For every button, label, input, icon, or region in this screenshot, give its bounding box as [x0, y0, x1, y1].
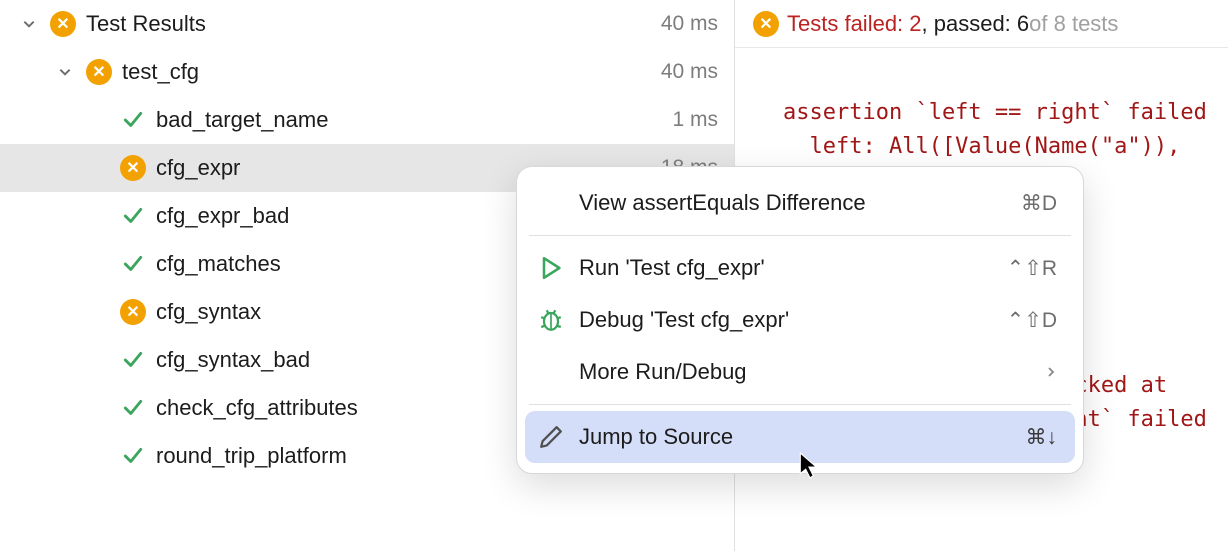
- pass-icon: [120, 107, 146, 133]
- test-summary-bar: Tests failed: 2 , passed: 6 of 8 tests: [735, 0, 1228, 48]
- chevron-down-icon[interactable]: [54, 61, 76, 83]
- context-menu: View assertEquals Difference ⌘D Run 'Tes…: [516, 166, 1084, 474]
- menu-shortcut: ⌃⇧D: [1007, 308, 1057, 333]
- cursor-icon: [798, 452, 822, 480]
- tree-row-root[interactable]: Test Results 40 ms: [0, 0, 734, 48]
- menu-label: Run 'Test cfg_expr': [579, 255, 1007, 281]
- summary-of-tests: of 8 tests: [1029, 11, 1118, 37]
- menu-label: More Run/Debug: [579, 359, 1045, 385]
- menu-view-diff[interactable]: View assertEquals Difference ⌘D: [525, 177, 1075, 229]
- menu-separator: [529, 235, 1071, 236]
- tree-test-label: bad_target_name: [156, 107, 672, 133]
- pass-icon: [120, 443, 146, 469]
- fail-icon: [86, 59, 112, 85]
- menu-shortcut: ⌃⇧R: [1007, 256, 1057, 281]
- pass-icon: [120, 203, 146, 229]
- tree-test-time: 1 ms: [672, 108, 718, 132]
- tree-row-suite[interactable]: test_cfg 40 ms: [0, 48, 734, 96]
- menu-label: View assertEquals Difference: [579, 190, 1021, 216]
- tree-root-time: 40 ms: [661, 12, 718, 36]
- summary-passed: , passed: 6: [922, 11, 1030, 37]
- tree-suite-label: test_cfg: [122, 59, 661, 85]
- menu-shortcut: ⌘↓: [1026, 425, 1058, 450]
- blank-icon: [537, 189, 565, 217]
- blank-icon: [537, 358, 565, 386]
- menu-label: Jump to Source: [579, 424, 1026, 450]
- fail-icon: [120, 299, 146, 325]
- tree-root-label: Test Results: [86, 11, 661, 37]
- summary-failed: Tests failed: 2: [787, 11, 922, 37]
- menu-separator: [529, 404, 1071, 405]
- menu-debug[interactable]: Debug 'Test cfg_expr' ⌃⇧D: [525, 294, 1075, 346]
- run-icon: [537, 254, 565, 282]
- fail-icon: [120, 155, 146, 181]
- menu-run[interactable]: Run 'Test cfg_expr' ⌃⇧R: [525, 242, 1075, 294]
- pass-icon: [120, 395, 146, 421]
- pass-icon: [120, 347, 146, 373]
- chevron-right-icon: [1045, 366, 1057, 378]
- fail-icon: [50, 11, 76, 37]
- menu-more-run-debug[interactable]: More Run/Debug: [525, 346, 1075, 398]
- debug-icon: [537, 306, 565, 334]
- output-line: assertion `left == right` failed: [783, 100, 1207, 125]
- menu-shortcut: ⌘D: [1021, 191, 1057, 216]
- chevron-down-icon[interactable]: [18, 13, 40, 35]
- fail-icon: [753, 11, 779, 37]
- edit-icon: [537, 423, 565, 451]
- tree-row-test[interactable]: bad_target_name 1 ms: [0, 96, 734, 144]
- menu-label: Debug 'Test cfg_expr': [579, 307, 1007, 333]
- output-line: left: All([Value(Name("a")),: [783, 134, 1180, 159]
- pass-icon: [120, 251, 146, 277]
- tree-suite-time: 40 ms: [661, 60, 718, 84]
